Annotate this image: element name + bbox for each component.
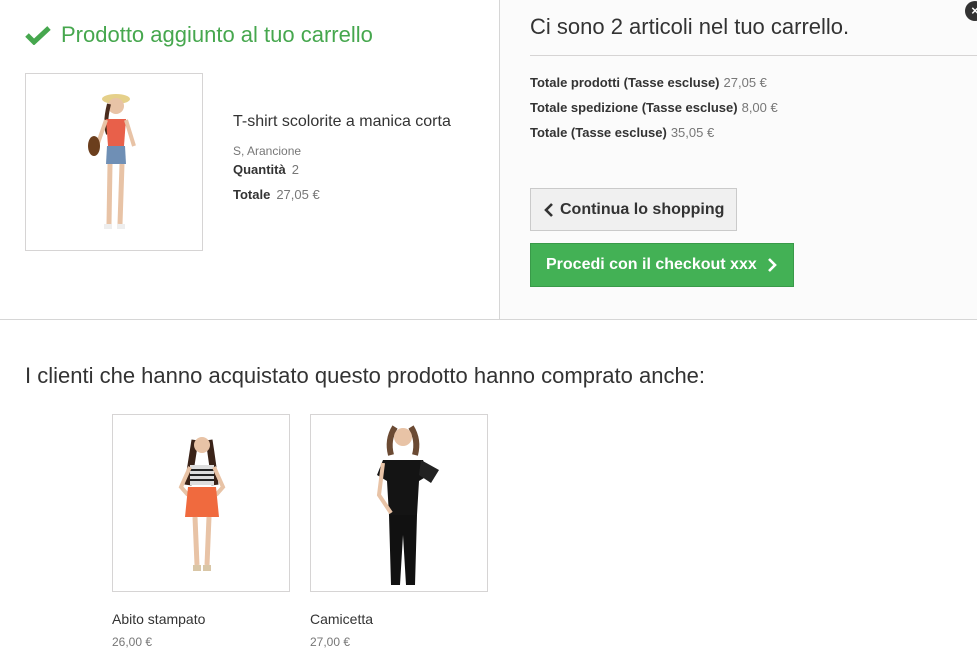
checkout-button[interactable]: Procedi con il checkout xxx: [530, 243, 794, 287]
crossselling-name[interactable]: Abito stampato: [112, 611, 288, 627]
crossselling-title: I clienti che hanno acquistato questo pr…: [25, 363, 706, 388]
continue-shopping-label: Continua lo shopping: [560, 200, 725, 218]
totals-row-products: Totale prodotti (Tasse escluse) 27,05 €: [530, 75, 767, 90]
layer-product-panel: Prodotto aggiunto al tuo carrello T-shir…: [0, 0, 500, 319]
quantity-label: Quantità: [233, 162, 286, 177]
crossselling-name[interactable]: Camicetta: [310, 611, 486, 627]
checkout-label: Procedi con il checkout xxx: [546, 256, 757, 273]
totals-value: 35,05 €: [670, 125, 715, 140]
total-value: 27,05 €: [276, 187, 320, 202]
total-label: Totale: [233, 187, 271, 202]
continue-shopping-button[interactable]: Continua lo shopping: [530, 188, 737, 231]
cart-layer: Prodotto aggiunto al tuo carrello T-shir…: [0, 0, 977, 320]
crossselling-price: 27,00 €: [310, 635, 351, 649]
product-total: Totale 27,05 €: [233, 187, 320, 202]
product-image: [25, 73, 203, 251]
success-title: Prodotto aggiunto al tuo carrello: [61, 22, 373, 47]
cart-count-text: Ci sono 2 articoli nel tuo carrello.: [530, 14, 850, 39]
crossselling-item[interactable]: Camicetta 27,00 €: [310, 414, 488, 649]
crossselling-image[interactable]: [310, 414, 488, 592]
totals-label: Totale spedizione (Tasse escluse): [530, 100, 738, 115]
close-icon[interactable]: ×: [965, 1, 977, 21]
layer-cart-panel: Ci sono 2 articoli nel tuo carrello. Tot…: [500, 0, 977, 319]
totals-label: Totale (Tasse escluse): [530, 125, 667, 140]
crossselling-image[interactable]: [112, 414, 290, 592]
product-attributes: S, Arancione: [233, 144, 302, 158]
chevron-right-icon: [767, 258, 777, 272]
success-message: Prodotto aggiunto al tuo carrello: [25, 22, 373, 48]
crossselling-price: 26,00 €: [112, 635, 153, 649]
totals-value: 8,00 €: [741, 100, 778, 115]
divider: [530, 55, 977, 56]
product-name: T-shirt scolorite a manica corta: [233, 113, 451, 130]
totals-row-shipping: Totale spedizione (Tasse escluse) 8,00 €: [530, 100, 778, 115]
crossselling-item[interactable]: Abito stampato 26,00 €: [112, 414, 290, 649]
chevron-left-icon: [544, 202, 553, 217]
product-quantity: Quantità 2: [233, 162, 299, 177]
totals-label: Totale prodotti (Tasse escluse): [530, 75, 720, 90]
totals-row-total: Totale (Tasse escluse) 35,05 €: [530, 125, 714, 140]
check-icon: [25, 26, 51, 45]
quantity-value: 2: [291, 162, 299, 177]
totals-value: 27,05 €: [723, 75, 767, 90]
